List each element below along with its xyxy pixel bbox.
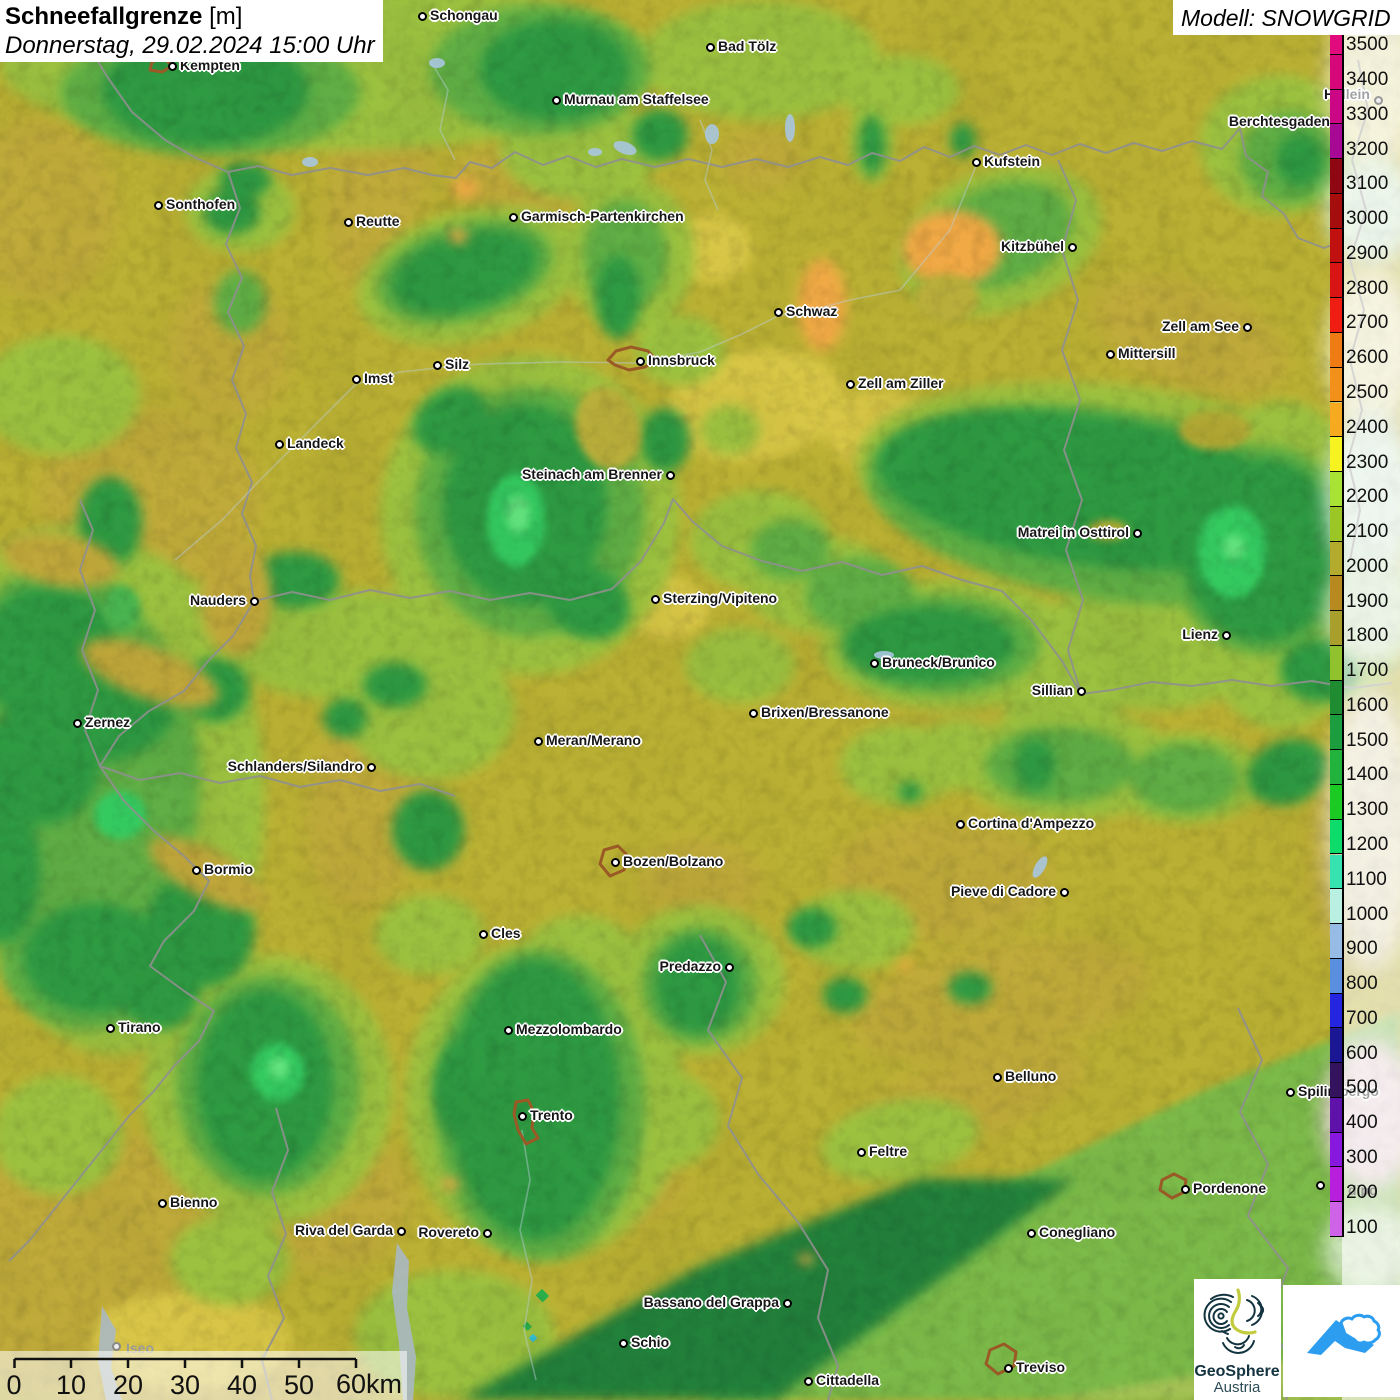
svg-text:GeoSphere: GeoSphere xyxy=(1194,1363,1279,1380)
svg-text:Austria: Austria xyxy=(1214,1379,1261,1396)
